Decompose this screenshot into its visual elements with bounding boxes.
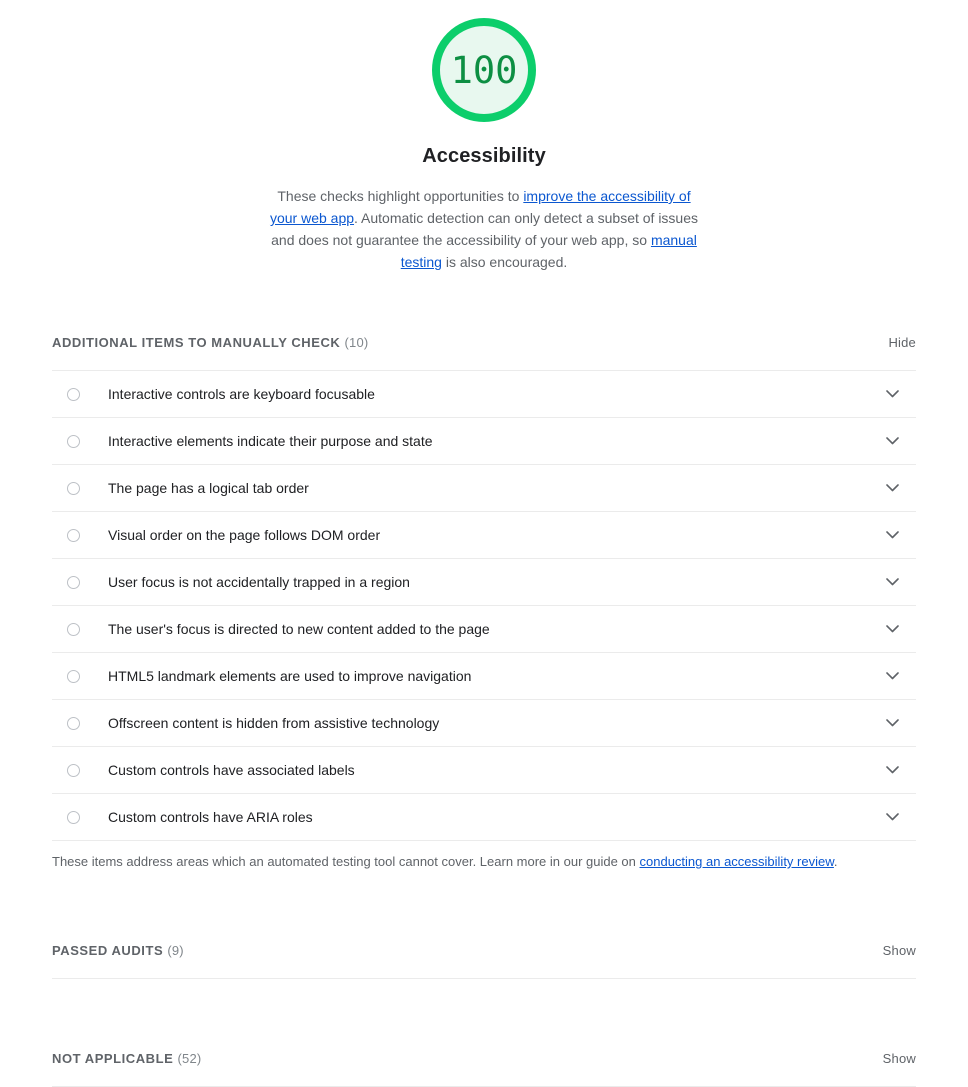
table-row[interactable]: User focus is not accidentally trapped i… [52, 559, 916, 606]
score-value: 100 [450, 48, 518, 92]
chevron-down-icon[interactable] [878, 568, 906, 596]
circle-icon [67, 622, 80, 636]
table-row[interactable]: Offscreen content is hidden from assisti… [52, 700, 916, 747]
circle-icon [67, 387, 80, 401]
chevron-down-icon[interactable] [878, 662, 906, 690]
manual-check-title-text: ADDITIONAL ITEMS TO MANUALLY CHECK [52, 335, 341, 350]
circle-icon [67, 716, 80, 730]
chevron-down-icon[interactable] [878, 756, 906, 784]
table-row[interactable]: The user's focus is directed to new cont… [52, 606, 916, 653]
manual-check-hide-toggle[interactable]: Hide [888, 335, 916, 350]
chevron-down-icon[interactable] [878, 474, 906, 502]
footnote-text-2: . [833, 854, 838, 869]
not-applicable-title: NOT APPLICABLE (52) [52, 1051, 201, 1066]
audit-label: Offscreen content is hidden from assisti… [108, 715, 440, 731]
footnote-text-1: These items address areas which an autom… [52, 854, 640, 869]
circle-icon [67, 528, 80, 542]
manual-audit-list: Interactive controls are keyboard focusa… [52, 371, 916, 841]
circle-icon [67, 481, 80, 495]
passed-audits-title: PASSED AUDITS (9) [52, 943, 184, 958]
table-row[interactable]: Interactive controls are keyboard focusa… [52, 371, 916, 418]
lighthouse-accessibility-report: 100 Accessibility These checks highlight… [0, 0, 968, 1087]
circle-icon [67, 669, 80, 683]
description-text-3: is also encouraged. [441, 254, 568, 270]
accessibility-review-link[interactable]: conducting an accessibility review [640, 854, 834, 869]
manual-check-footnote: These items address areas which an autom… [52, 853, 916, 871]
chevron-down-icon[interactable] [878, 427, 906, 455]
table-row[interactable]: HTML5 landmark elements are used to impr… [52, 653, 916, 700]
table-row[interactable]: The page has a logical tab order [52, 465, 916, 512]
not-applicable-section: NOT APPLICABLE (52) Show [52, 1051, 916, 1087]
page-title: Accessibility [422, 145, 546, 167]
chevron-down-icon[interactable] [878, 380, 906, 408]
not-applicable-title-text: NOT APPLICABLE [52, 1051, 174, 1066]
table-row[interactable]: Custom controls have ARIA roles [52, 794, 916, 841]
passed-audits-show-toggle[interactable]: Show [883, 943, 916, 958]
passed-audits-count: (9) [167, 943, 184, 958]
chevron-down-icon[interactable] [878, 803, 906, 831]
not-applicable-show-toggle[interactable]: Show [883, 1051, 916, 1066]
chevron-down-icon[interactable] [878, 521, 906, 549]
category-description: These checks highlight opportunities to … [264, 185, 704, 273]
not-applicable-header: NOT APPLICABLE (52) Show [52, 1051, 916, 1075]
audit-label: The page has a logical tab order [108, 480, 309, 496]
table-row[interactable]: Interactive elements indicate their purp… [52, 418, 916, 465]
chevron-down-icon[interactable] [878, 615, 906, 643]
circle-icon [67, 763, 80, 777]
table-row[interactable]: Visual order on the page follows DOM ord… [52, 512, 916, 559]
manual-check-title: ADDITIONAL ITEMS TO MANUALLY CHECK (10) [52, 335, 368, 350]
audit-label: Visual order on the page follows DOM ord… [108, 527, 381, 543]
circle-icon [67, 434, 80, 448]
manual-check-header: ADDITIONAL ITEMS TO MANUALLY CHECK (10) … [52, 335, 916, 359]
circle-icon [67, 810, 80, 824]
chevron-down-icon[interactable] [878, 709, 906, 737]
audit-label: The user's focus is directed to new cont… [108, 621, 490, 637]
table-row[interactable]: Custom controls have associated labels [52, 747, 916, 794]
audit-label: User focus is not accidentally trapped i… [108, 574, 410, 590]
circle-icon [67, 575, 80, 589]
manual-check-count: (10) [344, 335, 369, 350]
audit-label: HTML5 landmark elements are used to impr… [108, 668, 472, 684]
manual-check-section: ADDITIONAL ITEMS TO MANUALLY CHECK (10) … [52, 335, 916, 871]
not-applicable-count: (52) [177, 1051, 202, 1066]
audit-label: Interactive elements indicate their purp… [108, 433, 433, 449]
audit-label: Custom controls have ARIA roles [108, 809, 313, 825]
score-gauge-block: 100 Accessibility These checks highlight… [0, 0, 968, 273]
accessibility-score-gauge: 100 [432, 18, 536, 122]
passed-audits-section: PASSED AUDITS (9) Show [52, 943, 916, 979]
description-text-1: These checks highlight opportunities to [277, 188, 524, 204]
passed-audits-header: PASSED AUDITS (9) Show [52, 943, 916, 967]
audit-label: Custom controls have associated labels [108, 762, 355, 778]
passed-audits-title-text: PASSED AUDITS [52, 943, 164, 958]
audit-label: Interactive controls are keyboard focusa… [108, 386, 375, 402]
